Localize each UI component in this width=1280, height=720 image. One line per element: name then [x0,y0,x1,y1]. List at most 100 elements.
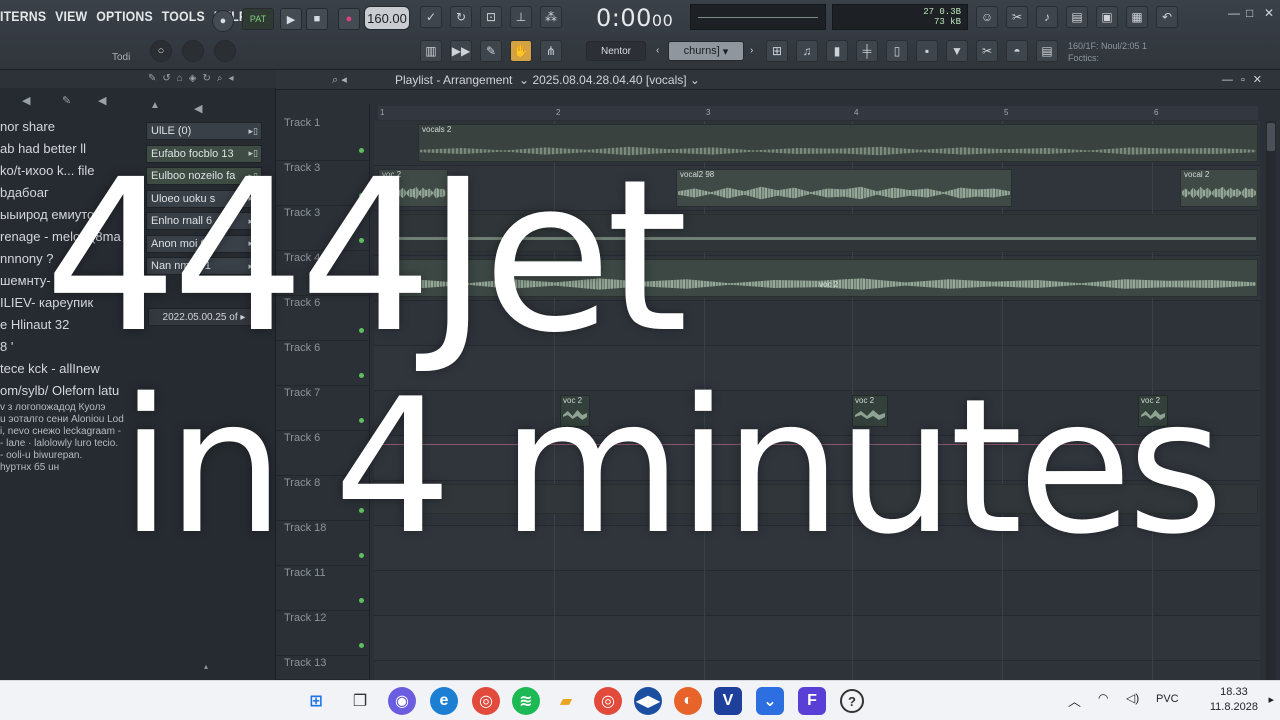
save-icon[interactable]: ▤ [1066,6,1088,28]
tray-chevron-icon[interactable]: ︿ [1068,691,1081,710]
playlist-window-controls[interactable]: —▫✕ [1222,73,1270,86]
media-app-icon[interactable]: ◀▶ [634,687,662,715]
track-header[interactable]: Track 3 [276,161,370,206]
undo-icon[interactable]: ↶ [1156,6,1178,28]
list-item[interactable]: - ooli-u biwurepan. [0,450,140,462]
help-icon[interactable]: ? [840,689,864,713]
play-icon[interactable]: ▶ [280,8,302,30]
file-explorer-icon[interactable]: ▰ [552,687,580,715]
paint-tool-icon[interactable]: ✋ [510,40,532,62]
export-icon[interactable]: ▣ [1096,6,1118,28]
close-icon[interactable]: ✕ [1264,6,1274,20]
loop-icon[interactable]: ↻ [450,6,472,28]
record-icon[interactable]: ● [338,8,360,30]
resize-handle-icon[interactable]: ▴ [204,662,208,671]
audio-clip[interactable] [378,214,1258,252]
pattern-item[interactable]: UlLE (0) ▸▯ [146,122,262,140]
firefox-icon[interactable]: ◐ [674,687,702,715]
list-item[interactable]: ILIEV- карeyпик [0,292,140,314]
pattern-item[interactable]: Eufabo focblo 13 ▸▯ [146,144,262,163]
automation-clip[interactable]: voc 2 [418,484,1258,514]
list-item[interactable]: - lалe · lalolowly luro tecio. [0,438,140,450]
list-item[interactable]: 8 ' [0,336,140,358]
list-item[interactable]: u эоталго сени Aloniou Lod [0,414,140,426]
track-header[interactable]: Track 13 [276,656,370,680]
mail-icon[interactable]: ⌄ [756,687,784,715]
list-item[interactable]: e Hlinaut 32 [0,314,140,336]
piano-roll-icon[interactable]: ▥ [420,40,442,62]
audio-clip[interactable]: vocal 2 [1180,169,1258,207]
channel-rack-icon[interactable]: ▮ [826,40,848,62]
track-header[interactable]: Track 18 [276,521,370,566]
spotify-icon[interactable]: ≋ [512,687,540,715]
notes-icon[interactable]: ▤ [1036,40,1058,62]
mixer-icon[interactable]: ♫ [796,40,818,62]
metronome-icon[interactable]: ✓ [420,6,442,28]
audio-clip[interactable]: vocals 2 [418,124,1258,162]
list-item[interactable]: i, nevo cнежо leckagraam - [0,426,140,438]
system-clock[interactable]: 18.33 11.8.2028 [1210,685,1258,715]
maximize-icon[interactable]: □ [1246,6,1253,20]
master-knob-icon[interactable]: ○ [150,40,172,62]
list-item[interactable]: nnnony ? [0,248,140,270]
draw-icon[interactable]: ✎ [62,94,71,107]
audio-clip[interactable]: voc 2 [560,395,590,427]
pattern-item[interactable]: Nan nmuri 1 ▸▯ [146,257,262,275]
track-header[interactable]: Track 11 [276,566,370,611]
audio-clip[interactable]: voc 2 [1138,395,1168,427]
track-header[interactable]: Track 12 [276,611,370,656]
pattern-item[interactable]: Uloeo uoku s ▸▯ [146,189,262,208]
track-header[interactable]: Track 8 [276,476,370,521]
cut-icon[interactable]: ✂ [976,40,998,62]
fast-forward-icon[interactable]: ▶▶ [450,40,472,62]
notification-icon[interactable]: ▸ [1268,693,1274,706]
list-item[interactable]: ыыирод емиуторн [0,204,140,226]
track-header[interactable]: Track 6 [276,296,370,341]
pattern-selector[interactable]: churns] ▾ [668,41,744,61]
list-item[interactable]: nor share [0,116,140,138]
volume-knob-icon[interactable] [214,40,236,62]
speaker-tray-icon[interactable]: ◁) [1126,691,1139,705]
menu-view[interactable]: VIEW [55,8,87,24]
countdown-icon[interactable]: ⊡ [480,6,502,28]
next-pattern-icon[interactable]: › [750,45,753,56]
prev-pattern-icon[interactable]: ‹ [656,45,659,56]
step-edit-icon[interactable]: ⊥ [510,6,532,28]
chrome-alt-icon[interactable]: ◎ [594,687,622,715]
pattern-item[interactable]: Eulboo nozeilo fa ▸▯ [146,167,262,185]
channel-icon[interactable]: ╪ [856,40,878,62]
blend-notes-icon[interactable]: ⁂ [540,6,562,28]
playlist-icon[interactable]: ⊞ [766,40,788,62]
speaker-icon[interactable]: ◀ [22,94,30,107]
app-v-icon[interactable]: V [714,687,742,715]
list-item[interactable]: ko/t-ихоо k... file [0,160,140,182]
track-header[interactable]: Track 3 [276,206,370,251]
back-icon[interactable]: ◀ [98,94,106,107]
audio-clip[interactable]: voc 2 [378,259,1258,297]
menu-tools[interactable]: TOOLS [162,8,205,24]
file-icon[interactable]: ▪ [916,40,938,62]
start-icon[interactable]: ⊞ [302,687,330,715]
bell-icon[interactable]: ♪ [1036,6,1058,28]
record-mode-icon[interactable]: ● [212,10,234,32]
vertical-scrollbar[interactable] [1266,121,1276,680]
snap-selector[interactable]: Nentor [586,41,646,61]
wifi-icon[interactable]: ◠ [1098,691,1108,705]
tempo-display[interactable]: 160.00 [364,6,410,30]
stop-icon[interactable]: ■ [306,8,328,30]
pattern-item[interactable]: Enlno rnall 6 ▸▯ [146,212,262,230]
task-view-icon[interactable]: ❐ [346,687,374,715]
list-item[interactable]: tece kck - allInew [0,358,140,380]
chat-icon[interactable]: ◉ [388,687,416,715]
track-header[interactable]: Track 1 [276,116,370,161]
list-item[interactable]: v з логопожадод Куолэ [0,402,140,414]
tools-icon[interactable]: ✂ [1006,6,1028,28]
minimize-icon[interactable]: — [1228,6,1240,20]
arrangement-grid[interactable]: vocals 2 voc 2 vocal2 98 vocal 2 voc 2 v… [374,121,1260,680]
track-header[interactable]: Track 6 [276,431,370,476]
list-item[interactable]: om/sylb/ Oleforn latu [0,380,140,402]
online-icon[interactable]: ☺ [976,6,998,28]
render-icon[interactable]: ▦ [1126,6,1148,28]
chrome-icon[interactable]: ◎ [472,687,500,715]
menu-patterns[interactable]: ITERNS [0,8,46,24]
